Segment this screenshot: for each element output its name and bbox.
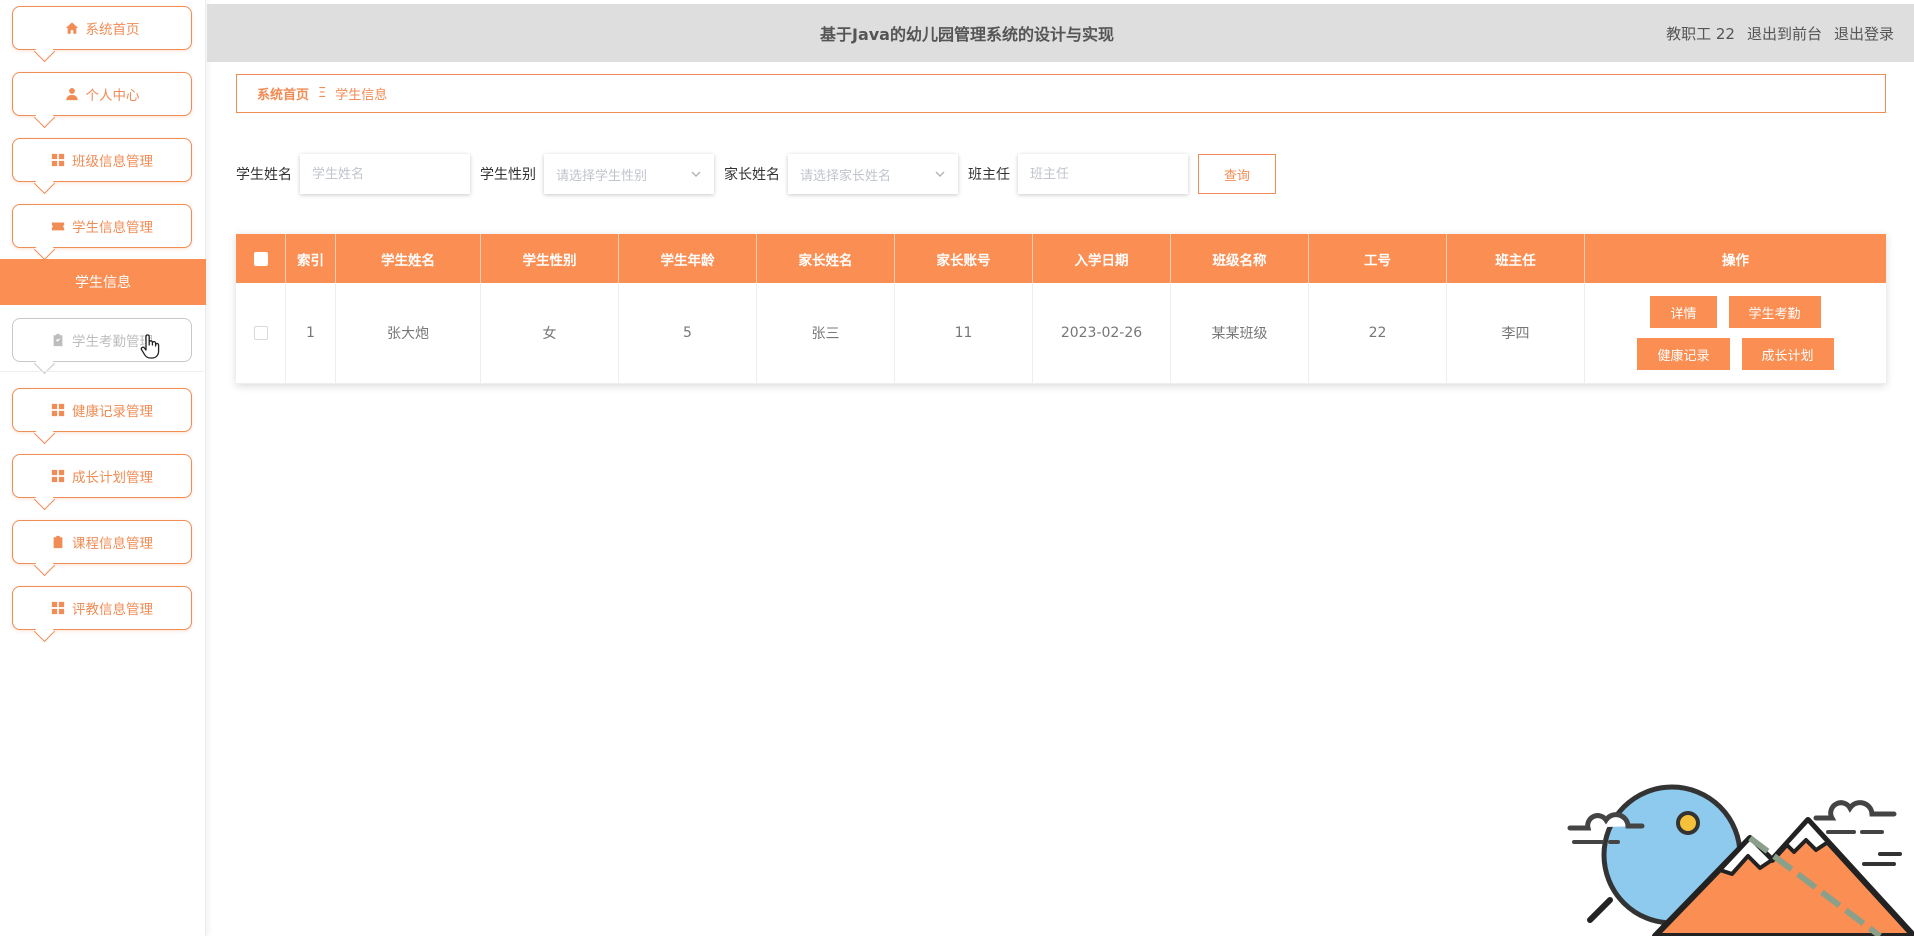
grid-icon xyxy=(51,469,65,483)
row-checkbox[interactable] xyxy=(253,326,268,340)
cell-student-name: 张大炮 xyxy=(336,283,481,383)
cell-staff-no: 22 xyxy=(1309,283,1447,383)
cell-enroll-date: 2023-02-26 xyxy=(1033,283,1171,383)
sidebar-item-personal-center[interactable]: 个人中心 xyxy=(12,72,192,116)
cell-parent-account: 11 xyxy=(895,283,1033,383)
student-gender-placeholder: 请选择学生性别 xyxy=(556,168,648,184)
action-line: 详情 学生考勤 xyxy=(1650,296,1821,328)
search-bar: 学生姓名 学生性别 请选择学生性别 家长姓名 请选择家长姓名 班主任 查询 xyxy=(236,154,1276,194)
table-row: 1 张大炮 女 5 张三 11 2023-02-26 某某班级 22 李四 详情… xyxy=(236,283,1886,384)
select-all-checkbox[interactable] xyxy=(253,251,268,266)
attendance-button[interactable]: 学生考勤 xyxy=(1728,296,1821,328)
logout-link[interactable]: 退出登录 xyxy=(1834,23,1894,44)
detail-button[interactable]: 详情 xyxy=(1650,296,1717,328)
cell-index: 1 xyxy=(286,283,336,383)
chevron-down-icon xyxy=(691,171,701,178)
back-to-front-link[interactable]: 退出到前台 xyxy=(1747,23,1822,44)
top-header: 基于Java的幼儿园管理系统的设计与实现 教职工 22 退出到前台 退出登录 xyxy=(207,4,1914,62)
sidebar-item-growth-management[interactable]: 成长计划管理 xyxy=(12,454,192,498)
parent-name-placeholder: 请选择家长姓名 xyxy=(800,168,892,184)
header-user-area: 教职工 22 退出到前台 退出登录 xyxy=(1666,4,1894,62)
sidebar-divider xyxy=(0,371,206,372)
cell-student-gender: 女 xyxy=(481,283,619,383)
cell-class-name: 某某班级 xyxy=(1171,283,1309,383)
header-select-all[interactable] xyxy=(236,234,286,283)
sidebar-item-health-management[interactable]: 健康记录管理 xyxy=(12,388,192,432)
home-icon xyxy=(65,22,78,34)
header-parent-name: 家长姓名 xyxy=(757,234,895,283)
header-actions: 操作 xyxy=(1722,252,1749,269)
growth-plan-button[interactable]: 成长计划 xyxy=(1741,338,1834,370)
head-teacher-label: 班主任 xyxy=(968,167,1010,183)
sidebar-item-label: 班级信息管理 xyxy=(72,154,153,170)
row-select-cell[interactable] xyxy=(236,283,286,383)
sidebar-item-evaluation-management[interactable]: 评教信息管理 xyxy=(12,586,192,630)
action-line: 健康记录 成长计划 xyxy=(1637,338,1834,370)
head-teacher-input[interactable] xyxy=(1018,154,1188,194)
submenu-label: 学生信息 xyxy=(75,275,131,291)
sidebar-item-attendance-management[interactable]: 学生考勤管理 xyxy=(12,318,192,362)
breadcrumb: 系统首页 Ξ 学生信息 xyxy=(236,74,1886,113)
clipboard-icon xyxy=(53,535,63,549)
page-title: 基于Java的幼儿园管理系统的设计与实现 xyxy=(820,25,1114,44)
cell-actions: 详情 学生考勤 健康记录 成长计划 xyxy=(1585,283,1886,383)
header-staff-no: 工号 xyxy=(1309,234,1447,283)
parent-name-label: 家长姓名 xyxy=(724,167,780,183)
sidebar-item-label: 系统首页 xyxy=(85,22,140,38)
grid-icon xyxy=(51,403,65,417)
sidebar-item-label: 学生信息管理 xyxy=(72,220,153,236)
header-index: 索引 xyxy=(286,234,336,283)
breadcrumb-separator: Ξ xyxy=(318,86,327,101)
sidebar-item-label: 评教信息管理 xyxy=(72,602,153,618)
header-student-age: 学生年龄 xyxy=(619,234,757,283)
student-gender-select[interactable]: 请选择学生性别 xyxy=(544,154,714,194)
person-icon xyxy=(65,88,78,101)
action-buttons: 详情 学生考勤 健康记录 成长计划 xyxy=(1637,296,1834,370)
sidebar-item-home[interactable]: 系统首页 xyxy=(12,6,192,50)
student-name-label: 学生姓名 xyxy=(236,167,292,183)
submenu-student-info[interactable]: 学生信息 xyxy=(0,259,206,305)
sidebar-item-student-management[interactable]: 学生信息管理 xyxy=(12,204,192,248)
sidebar-item-label: 课程信息管理 xyxy=(72,536,153,552)
parent-name-select[interactable]: 请选择家长姓名 xyxy=(788,154,958,194)
header-class-name: 班级名称 xyxy=(1171,234,1309,283)
sidebar-item-course-management[interactable]: 课程信息管理 xyxy=(12,520,192,564)
breadcrumb-home[interactable]: 系统首页 xyxy=(257,84,309,103)
health-record-button[interactable]: 健康记录 xyxy=(1637,338,1730,370)
sidebar-item-label: 健康记录管理 xyxy=(72,404,153,420)
cell-parent-name: 张三 xyxy=(757,283,895,383)
header-enroll-date: 入学日期 xyxy=(1033,234,1171,283)
hand-cursor-icon xyxy=(140,334,160,359)
grid-icon xyxy=(51,153,65,167)
breadcrumb-current: 学生信息 xyxy=(335,88,388,103)
student-table: 索引 学生姓名 学生性别 学生年龄 家长姓名 家长账号 入学日期 班级名称 工号… xyxy=(236,234,1886,384)
header-student-name: 学生姓名 xyxy=(336,234,481,283)
chevron-down-icon xyxy=(935,171,945,178)
ticket-icon xyxy=(51,222,65,231)
sidebar-item-label: 个人中心 xyxy=(85,88,140,104)
current-user: 教职工 22 xyxy=(1666,24,1735,43)
header-head-teacher: 班主任 xyxy=(1447,234,1585,283)
query-button[interactable]: 查询 xyxy=(1198,154,1276,194)
student-gender-label: 学生性别 xyxy=(480,167,536,183)
cell-head-teacher: 李四 xyxy=(1447,283,1585,383)
header-student-gender: 学生性别 xyxy=(481,234,619,283)
mountain-illustration xyxy=(1567,784,1914,936)
sidebar-item-class-management[interactable]: 班级信息管理 xyxy=(12,138,192,182)
student-name-input[interactable] xyxy=(300,154,470,194)
clipboard-icon xyxy=(53,333,63,347)
sidebar: 系统首页 个人中心 班级信息管理 学生信息管理 学生信息 学生考勤管理 健康记录… xyxy=(0,0,206,936)
cell-student-age: 5 xyxy=(619,283,757,383)
grid-icon xyxy=(51,601,65,615)
sidebar-item-label: 成长计划管理 xyxy=(72,470,153,486)
table-header-row: 索引 学生姓名 学生性别 学生年龄 家长姓名 家长账号 入学日期 班级名称 工号… xyxy=(236,234,1886,283)
header-parent-account: 家长账号 xyxy=(895,234,1033,283)
